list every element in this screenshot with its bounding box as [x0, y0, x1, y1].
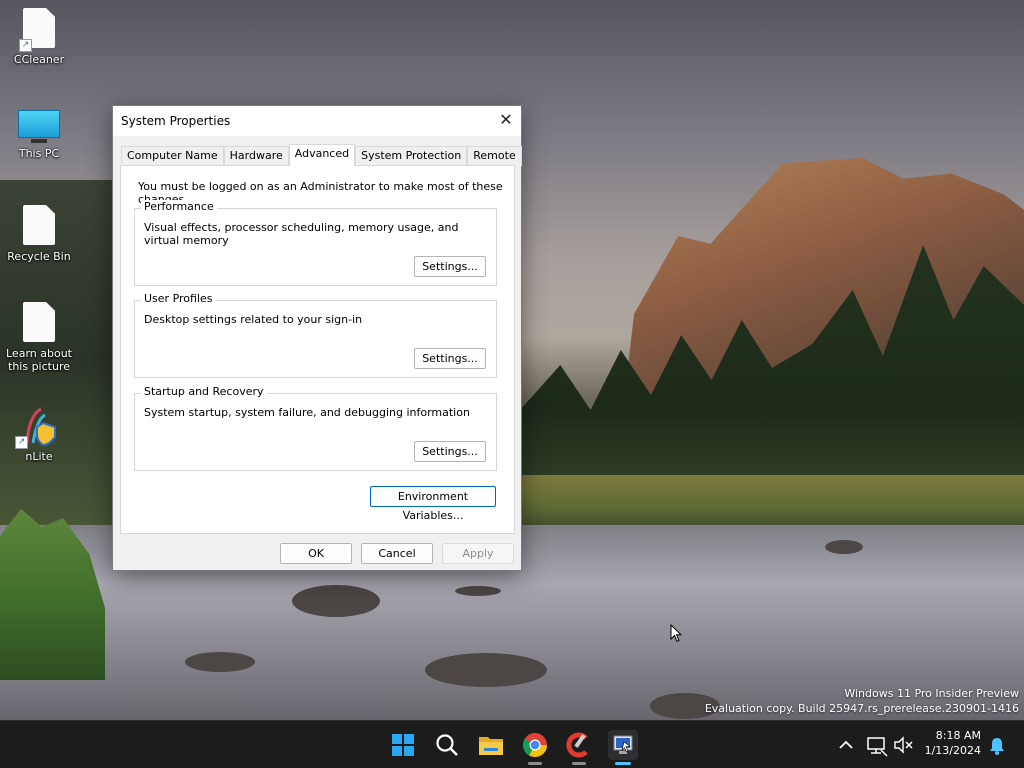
ccleaner-icon[interactable] — [564, 730, 594, 760]
dialog-tabs: Computer Name Hardware Advanced System P… — [121, 144, 522, 166]
group-description: System startup, system failure, and debu… — [144, 406, 470, 419]
desktop-icon-label: CCleaner — [13, 53, 65, 66]
ok-button[interactable]: OK — [280, 543, 352, 564]
tray-date: 1/13/2024 — [924, 744, 981, 757]
running-indicator — [528, 762, 542, 765]
taskbar: 8:18 AM 1/13/2024 — [0, 720, 1024, 768]
system-properties-icon[interactable] — [608, 730, 638, 760]
user-profiles-settings-button[interactable]: Settings... — [414, 348, 486, 369]
desktop-icon-learn-about-picture[interactable]: Learn about this picture — [0, 302, 78, 373]
performance-settings-button[interactable]: Settings... — [414, 256, 486, 277]
system-properties-dialog: System Properties ✕ Computer Name Hardwa… — [112, 105, 522, 571]
wallpaper-rock — [185, 652, 255, 672]
dialog-title: System Properties — [121, 114, 231, 128]
wallpaper-rock — [292, 585, 380, 617]
active-indicator — [615, 762, 631, 765]
performance-group: Performance Visual effects, processor sc… — [134, 200, 497, 286]
watermark-edition: Windows 11 Pro Insider Preview — [844, 687, 1019, 700]
wallpaper-rock — [455, 586, 501, 596]
chevron-up-icon[interactable] — [831, 730, 861, 760]
tray-clock[interactable]: 8:18 AM 1/13/2024 — [918, 729, 981, 757]
group-title: User Profiles — [141, 292, 216, 305]
tab-advanced[interactable]: Advanced — [288, 144, 356, 166]
group-title: Performance — [141, 200, 217, 213]
monitor-icon — [18, 110, 60, 144]
file-explorer-icon[interactable] — [476, 730, 506, 760]
tray-time: 8:18 AM — [935, 729, 981, 742]
close-icon[interactable]: ✕ — [491, 106, 521, 136]
windows-start-icon[interactable] — [388, 730, 418, 760]
desktop-icon-nlite[interactable]: ↗ nLite — [0, 405, 78, 463]
group-description: Desktop settings related to your sign-in — [144, 313, 363, 326]
tab-remote[interactable]: Remote — [467, 146, 522, 166]
desktop-icon-label: This PC — [18, 147, 60, 160]
tab-system-protection[interactable]: System Protection — [355, 146, 468, 166]
document-icon — [23, 302, 55, 344]
notification-bell-icon[interactable] — [982, 730, 1012, 760]
desktop-icon-label: nLite — [25, 450, 53, 463]
mouse-cursor-icon — [670, 624, 682, 643]
startup-recovery-settings-button[interactable]: Settings... — [414, 441, 486, 462]
dialog-titlebar[interactable]: System Properties ✕ — [113, 106, 521, 136]
group-title: Startup and Recovery — [141, 385, 267, 398]
desktop-icon-label: Learn about this picture — [6, 347, 72, 373]
tab-hardware[interactable]: Hardware — [223, 146, 289, 166]
desktop-icon-ccleaner[interactable]: ↗ CCleaner — [0, 8, 78, 66]
wallpaper-rock — [425, 653, 547, 687]
startup-recovery-group: Startup and Recovery System startup, sys… — [134, 385, 497, 471]
search-icon[interactable] — [432, 730, 462, 760]
cancel-button[interactable]: Cancel — [361, 543, 433, 564]
advanced-tab-panel: You must be logged on as an Administrato… — [120, 165, 515, 534]
user-profiles-group: User Profiles Desktop settings related t… — [134, 292, 497, 378]
volume-muted-icon[interactable] — [888, 730, 918, 760]
group-description: Visual effects, processor scheduling, me… — [144, 221, 459, 247]
recycle-bin-icon — [23, 205, 55, 247]
chrome-icon[interactable] — [520, 730, 550, 760]
wallpaper-rock — [825, 540, 863, 554]
document-shortcut-icon: ↗ — [19, 8, 55, 52]
wallpaper-meadow — [520, 475, 1024, 530]
desktop-icon-this-pc[interactable]: This PC — [0, 110, 78, 160]
nlite-shortcut-icon: ↗ — [15, 405, 59, 449]
running-indicator — [572, 762, 586, 765]
environment-variables-button[interactable]: Environment Variables... — [370, 486, 496, 522]
tab-computer-name[interactable]: Computer Name — [121, 146, 224, 166]
apply-button[interactable]: Apply — [442, 543, 514, 564]
desktop-icon-recycle-bin[interactable]: Recycle Bin — [0, 205, 78, 263]
watermark-build: Evaluation copy. Build 25947.rs_prerelea… — [704, 702, 1019, 715]
desktop-icon-label: Recycle Bin — [7, 250, 71, 263]
evaluation-watermark: Windows 11 Pro Insider Preview Evaluatio… — [705, 686, 1019, 716]
